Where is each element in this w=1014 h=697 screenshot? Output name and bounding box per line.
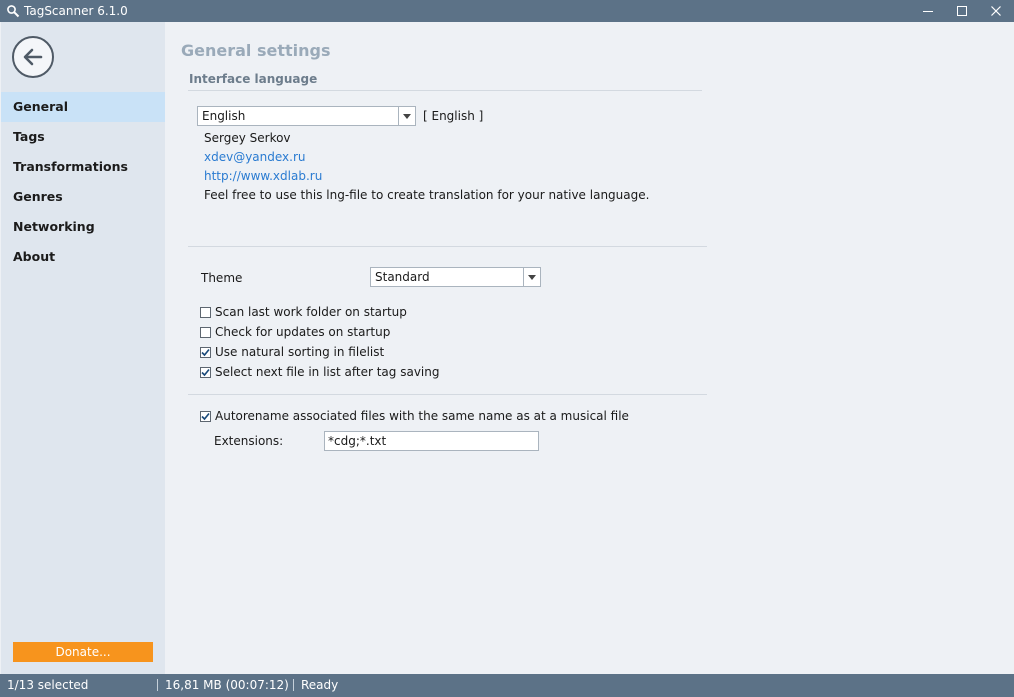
chevron-down-icon [523,268,540,286]
general-settings-panel: General settings Interface language Engl… [166,22,1014,674]
extensions-input[interactable] [324,431,539,451]
status-selection: 1/13 selected [7,678,89,692]
check-updates-checkbox[interactable]: Check for updates on startup [200,325,390,339]
language-select[interactable]: English [197,106,416,126]
extensions-label: Extensions: [214,434,284,448]
divider [188,90,702,91]
maximize-button[interactable] [945,0,979,22]
window-title: TagScanner 6.1.0 [24,4,128,18]
divider [188,246,707,247]
checkbox-label: Use natural sorting in filelist [215,345,385,359]
checkmark-icon [201,412,210,420]
minimize-button[interactable] [911,0,945,22]
sidebar-item-genres[interactable]: Genres [1,182,165,212]
settings-sidebar: General Tags Transformations Genres Netw… [1,22,165,674]
status-bar: 1/13 selected 16,81 MB (00:07:12) Ready [0,674,1014,697]
divider [157,679,158,691]
sidebar-item-general[interactable]: General [1,92,165,122]
divider [188,394,707,395]
sidebar-item-networking[interactable]: Networking [1,212,165,242]
author-email-link[interactable]: xdev@yandex.ru [204,150,306,164]
sidebar-item-transformations[interactable]: Transformations [1,152,165,182]
translation-note: Feel free to use this lng-file to create… [204,188,650,202]
close-icon [991,6,1001,16]
checkbox-label: Select next file in list after tag savin… [215,365,440,379]
select-next-file-checkbox[interactable]: Select next file in list after tag savin… [200,365,439,379]
checkbox-box [200,366,211,378]
page-title: General settings [181,41,331,60]
theme-select[interactable]: Standard [370,267,541,287]
checkbox-label: Check for updates on startup [215,325,391,339]
checkmark-icon [201,368,210,376]
checkbox-box [200,306,211,318]
checkbox-label: Scan last work folder on startup [215,305,407,319]
settings-nav: General Tags Transformations Genres Netw… [1,92,165,272]
sidebar-item-about[interactable]: About [1,242,165,272]
natural-sorting-checkbox[interactable]: Use natural sorting in filelist [200,345,384,359]
chevron-down-icon [398,107,415,125]
sidebar-item-tags[interactable]: Tags [1,122,165,152]
theme-select-value: Standard [375,270,430,284]
divider [293,679,294,691]
section-title-interface-language: Interface language [189,72,318,86]
back-button[interactable] [12,36,54,78]
status-state: Ready [301,678,339,692]
arrow-left-icon [23,48,43,66]
language-select-value: English [202,109,246,123]
close-button[interactable] [979,0,1013,22]
checkbox-box [200,410,211,422]
theme-label: Theme [201,271,243,285]
minimize-icon [923,11,933,12]
checkbox-box [200,346,211,358]
checkbox-label: Autorename associated files with the sam… [215,409,629,423]
language-code: [ English ] [423,109,484,123]
author-website-link[interactable]: http://www.xdlab.ru [204,169,322,183]
maximize-icon [957,6,967,16]
scan-last-folder-checkbox[interactable]: Scan last work folder on startup [200,305,407,319]
translation-author: Sergey Serkov [204,131,291,145]
title-bar: TagScanner 6.1.0 [0,0,1014,22]
checkmark-icon [201,348,210,356]
magnifier-icon [6,4,20,18]
autorename-checkbox[interactable]: Autorename associated files with the sam… [200,409,629,423]
status-size: 16,81 MB (00:07:12) [165,678,289,692]
donate-button[interactable]: Donate... [13,642,153,662]
checkbox-box [200,326,211,338]
